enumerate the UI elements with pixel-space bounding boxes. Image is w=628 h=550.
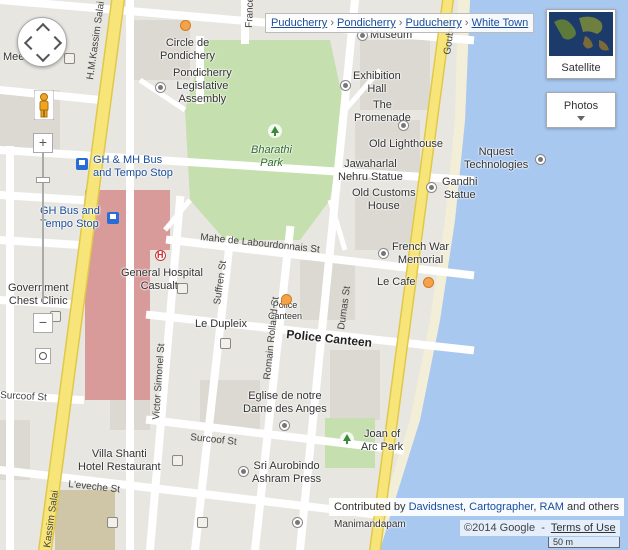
scale-bar: 50 m [548,537,620,548]
breadcrumb-item-2[interactable]: Pondicherry [337,17,396,29]
satellite-thumbnail [549,12,613,56]
poi-icon-exhibition[interactable] [340,80,351,91]
poi-icon-gandhi[interactable] [426,182,437,193]
terms-of-use-link[interactable]: Terms of Use [551,522,616,534]
label-sri-aurobindo[interactable]: Sri Aurobindo Ashram Press [252,460,321,486]
zoom-track[interactable] [42,153,44,303]
contributor-link-2[interactable]: Cartographer [469,501,533,513]
copyright-text: ©2014 Google [464,522,536,534]
pan-down-icon[interactable] [35,47,51,63]
hotel-icon-bottom-left[interactable] [107,517,118,528]
poi-icon-aurobindo[interactable] [238,466,249,477]
label-general-hospital[interactable]: General Hospital Casualty [121,267,203,293]
label-joan-park[interactable]: Joan of Arc Park [361,428,403,454]
photos-label: Photos [563,100,599,112]
label-jawaharlal[interactable]: Jawaharlal Nehru Statue [338,158,403,184]
zoom-in-button[interactable]: + [33,133,53,153]
hotel-icon-dupleix[interactable] [220,338,231,349]
breadcrumb-item-1[interactable]: Puducherry [271,17,327,29]
label-circle-de-pondichery[interactable]: Circle de Pondichery [160,37,215,63]
satellite-toggle[interactable]: Satellite [546,9,616,79]
restaurant-icon-police-canteen[interactable] [281,294,292,305]
zoom-out-button[interactable]: − [33,313,53,333]
pan-control[interactable] [17,17,67,67]
hotel-icon-bottom[interactable] [197,517,208,528]
poi-icon-assembly[interactable] [155,82,166,93]
pegman-icon[interactable] [34,90,54,120]
breadcrumb: Puducherry › Pondicherry › Puducherry › … [265,13,535,33]
church-icon-eglise[interactable] [279,420,290,431]
label-old-lighthouse[interactable]: Old Lighthouse [369,138,443,151]
label-french-war[interactable]: French War Memorial [392,241,449,267]
contributors-bar: Contributed by Davidsnest, Cartographer,… [329,498,624,516]
hotel-icon-hospital[interactable] [177,283,188,294]
label-le-cafe[interactable]: Le Cafe [377,276,416,289]
label-villa-shanti[interactable]: Villa Shanti Hotel Restaurant [78,448,161,474]
bus-stop-icon-gh[interactable] [107,212,119,224]
hospital-icon[interactable] [155,250,166,261]
pan-up-icon[interactable] [35,22,51,38]
cafe-icon[interactable] [423,277,434,288]
label-legislative-assembly[interactable]: Pondicherry Legislative Assembly [173,67,232,106]
poi-icon-promenade[interactable] [398,120,409,131]
hotel-icon-villa-shanti[interactable] [172,455,183,466]
bar-icon-circle-de-pondichery[interactable] [180,20,191,31]
label-le-dupleix[interactable]: Le Dupleix [195,318,247,331]
contributor-link-3[interactable]: RAM [540,501,564,513]
contrib-prefix: Contributed by [334,501,406,513]
park-tree-icon-bharathi[interactable] [268,124,282,138]
breadcrumb-item-3[interactable]: Puducherry [406,17,462,29]
label-manimandapam[interactable]: Manimandapam [334,518,406,531]
satellite-label: Satellite [561,62,601,74]
label-exhibition-hall[interactable]: Exhibition Hall [353,70,401,96]
zoom-control: + − [33,133,55,333]
park-tree-icon-joan[interactable] [340,432,354,446]
label-eglise[interactable]: Eglise de notre Dame des Anges [243,390,327,416]
poi-icon-bottom[interactable] [292,517,303,528]
pan-right-icon[interactable] [47,35,63,51]
pan-left-icon[interactable] [23,35,39,51]
photos-button[interactable]: Photos [546,92,616,128]
label-gandhi[interactable]: Gandhi Statue [442,176,477,202]
bus-stop-icon-gh-mh[interactable] [76,158,88,170]
hotel-icon-mee[interactable] [64,53,75,64]
poi-icon-nquest[interactable] [535,154,546,165]
street-france: France [244,0,256,28]
label-old-customs[interactable]: Old Customs House [352,187,416,213]
label-gh-mh-bus[interactable]: GH & MH Bus and Tempo Stop [93,154,173,180]
map-footer: ©2014 Google - Terms of Use [460,520,620,536]
breadcrumb-item-4[interactable]: White Town [472,17,529,29]
contrib-suffix: and others [567,501,619,513]
label-bharathi-park[interactable]: Bharathi Park [251,144,292,170]
label-nquest[interactable]: Nquest Technologies [464,146,528,172]
poi-icon-french-war[interactable] [378,248,389,259]
zoom-slider-handle[interactable] [36,177,50,183]
chevron-down-icon [577,116,585,121]
zoom-box-icon[interactable] [35,348,51,364]
contributor-link-1[interactable]: Davidsnest [409,501,463,513]
